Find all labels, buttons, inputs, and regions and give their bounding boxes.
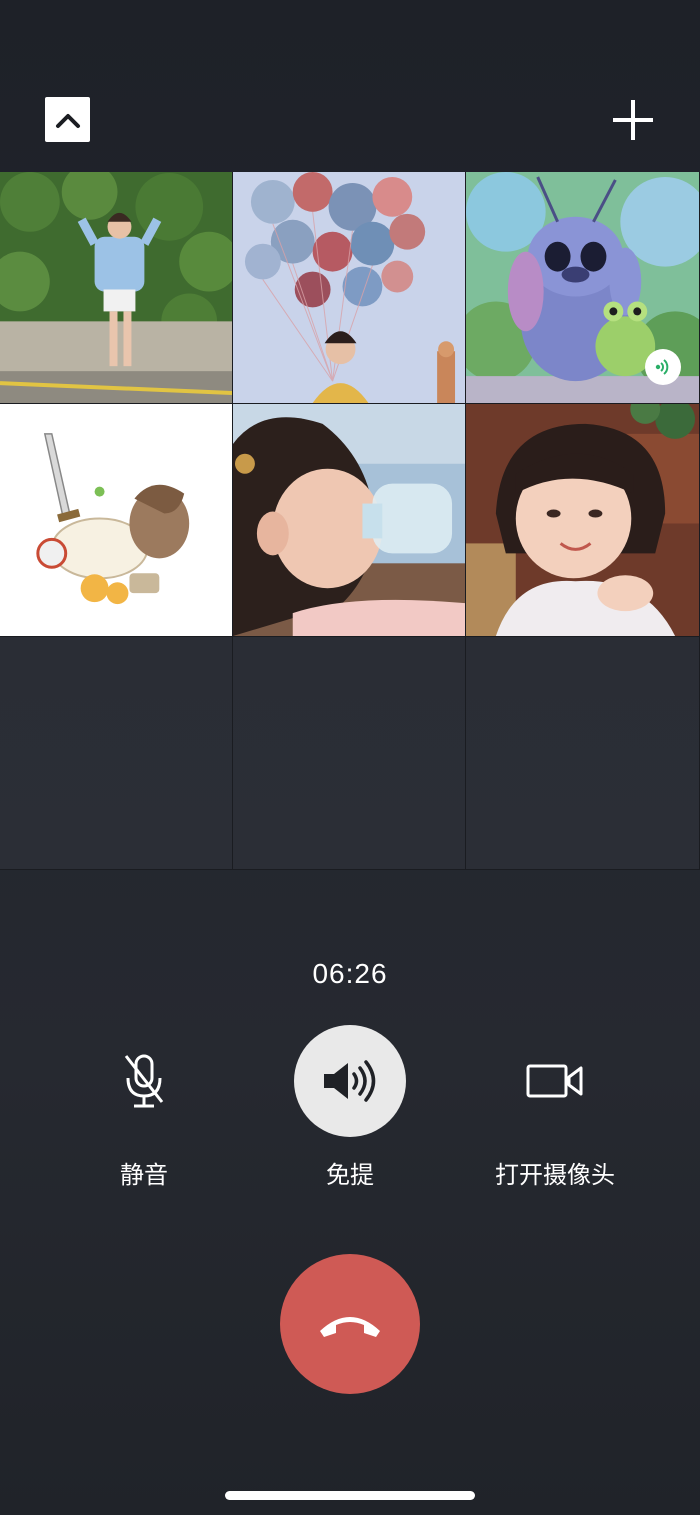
participant-video-4 [0,404,232,636]
video-camera-icon [526,1064,583,1098]
speaker-icon-wrap[interactable] [294,1025,406,1137]
sound-wave-icon [655,359,669,375]
mute-label: 静音 [120,1161,168,1189]
empty-tile-7 [0,637,233,870]
participant-video-5 [233,404,465,636]
call-timer: 06:26 [312,958,388,989]
mute-button[interactable]: 静音 [44,1025,244,1190]
collapse-button[interactable] [45,97,90,142]
mute-icon-wrap[interactable] [88,1025,200,1137]
add-participant-button[interactable] [610,97,656,143]
speaking-indicator [645,349,681,385]
home-indicator[interactable] [225,1491,475,1500]
speaker-label: 免提 [326,1161,374,1189]
camera-button[interactable]: 打开摄像头 [455,1025,655,1190]
camera-label: 打开摄像头 [495,1161,615,1189]
participant-video-2 [233,172,465,403]
participant-tile-4[interactable] [0,404,233,637]
top-bar [0,0,700,172]
microphone-muted-icon [124,1054,164,1108]
hang-up-phone-icon [320,1317,380,1337]
participant-video-6 [466,404,699,636]
participant-tile-6[interactable] [466,404,700,637]
participant-tile-2[interactable] [233,172,466,404]
participant-tile-3[interactable] [466,172,700,404]
speaker-icon [324,1060,376,1102]
participant-tile-1[interactable] [0,172,233,404]
plus-icon [613,100,653,140]
speaker-button[interactable]: 免提 [250,1025,450,1190]
empty-tile-8 [233,637,466,870]
hang-up-button[interactable] [280,1254,420,1394]
empty-tile-9 [466,637,700,870]
participant-grid [0,172,700,870]
camera-icon-wrap[interactable] [499,1025,611,1137]
participant-tile-5[interactable] [233,404,466,637]
participant-video-1 [0,172,232,403]
chevron-up-icon [55,113,80,128]
